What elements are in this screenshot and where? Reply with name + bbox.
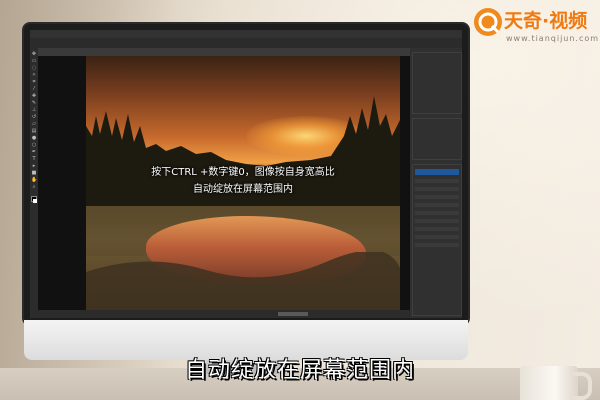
grass-foreground bbox=[86, 252, 400, 310]
magic-wand-icon[interactable]: ✧ bbox=[31, 73, 37, 78]
healing-brush-icon[interactable]: ✚ bbox=[31, 94, 37, 99]
eyedropper-icon[interactable]: ⁄ bbox=[31, 87, 37, 92]
document-tab[interactable] bbox=[38, 48, 410, 56]
background-color-swatch[interactable] bbox=[33, 199, 37, 203]
layer-row[interactable] bbox=[415, 219, 459, 223]
monitor-screen: ✥ ▭ ◌ ✧ ⌗ ⁄ ✚ ✎ ⊥ ↺ ▱ ▤ ● ○ ✒ T ▸ ■ ✋ ⌕ bbox=[30, 30, 462, 318]
path-selection-icon[interactable]: ▸ bbox=[31, 164, 37, 169]
photo-caption: 按下CTRL +数字键0，图像按自身宽高比 自动绽放在屏幕范围内 bbox=[86, 164, 400, 198]
caption-line-2: 自动绽放在屏幕范围内 bbox=[193, 184, 293, 195]
caption-line-1: 按下CTRL +数字键0，图像按自身宽高比 bbox=[151, 167, 335, 178]
pen-icon[interactable]: ✒ bbox=[31, 150, 37, 155]
brand-logo-icon bbox=[474, 8, 502, 36]
layer-row[interactable] bbox=[415, 235, 459, 239]
canvas-area[interactable]: 按下CTRL +数字键0，图像按自身宽高比 自动绽放在屏幕范围内 bbox=[38, 56, 410, 310]
layer-row[interactable] bbox=[415, 243, 459, 247]
eraser-icon[interactable]: ▱ bbox=[31, 122, 37, 127]
status-widget bbox=[278, 312, 308, 316]
ps-options-bar bbox=[30, 38, 462, 48]
layer-row[interactable] bbox=[415, 195, 459, 199]
ps-status-bar bbox=[38, 310, 410, 318]
zoom-icon[interactable]: ⌕ bbox=[31, 185, 37, 190]
shape-icon[interactable]: ■ bbox=[31, 171, 37, 176]
ps-menubar bbox=[30, 30, 462, 38]
move-icon[interactable]: ✥ bbox=[31, 52, 37, 57]
adjustments-panel bbox=[412, 118, 462, 160]
ps-panels bbox=[410, 48, 462, 318]
type-icon[interactable]: T bbox=[31, 157, 37, 162]
brand-name: 天奇·视频 bbox=[504, 10, 588, 32]
layer-row[interactable] bbox=[415, 227, 459, 231]
history-brush-icon[interactable]: ↺ bbox=[31, 115, 37, 120]
selected-layer-row[interactable] bbox=[415, 169, 459, 175]
gradient-icon[interactable]: ▤ bbox=[31, 129, 37, 134]
crop-icon[interactable]: ⌗ bbox=[31, 80, 37, 85]
dodge-icon[interactable]: ○ bbox=[31, 143, 37, 148]
layer-row[interactable] bbox=[415, 187, 459, 191]
coffee-mug bbox=[520, 366, 578, 400]
ps-toolbar: ✥ ▭ ◌ ✧ ⌗ ⁄ ✚ ✎ ⊥ ↺ ▱ ▤ ● ○ ✒ T ▸ ■ ✋ ⌕ bbox=[30, 48, 38, 318]
marquee-icon[interactable]: ▭ bbox=[31, 59, 37, 64]
mug-handle bbox=[572, 372, 592, 400]
brush-icon[interactable]: ✎ bbox=[31, 101, 37, 106]
lasso-icon[interactable]: ◌ bbox=[31, 66, 37, 71]
landscape-photo: 按下CTRL +数字键0，图像按自身宽高比 自动绽放在屏幕范围内 bbox=[86, 56, 400, 310]
brand-watermark: 天奇·视频 www.tianqijun.com bbox=[474, 8, 600, 46]
hand-icon[interactable]: ✋ bbox=[31, 178, 37, 183]
video-subtitle: 自动绽放在屏幕范围内 bbox=[184, 358, 415, 383]
clone-stamp-icon[interactable]: ⊥ bbox=[31, 108, 37, 113]
brand-url: www.tianqijun.com bbox=[506, 34, 600, 43]
layers-panel bbox=[412, 164, 462, 316]
properties-panel bbox=[412, 52, 462, 114]
layer-row[interactable] bbox=[415, 179, 459, 183]
layer-row[interactable] bbox=[415, 203, 459, 207]
blur-icon[interactable]: ● bbox=[31, 136, 37, 141]
layer-row[interactable] bbox=[415, 211, 459, 215]
